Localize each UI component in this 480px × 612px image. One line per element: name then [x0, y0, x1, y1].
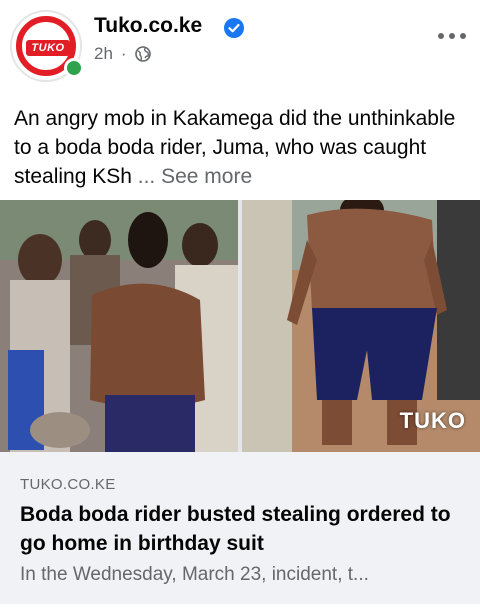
post-media[interactable]: TUKO [0, 200, 480, 452]
post-header: TUKO Tuko.co.ke 2h · [0, 0, 480, 96]
more-options-icon[interactable] [438, 26, 466, 46]
online-status-dot [64, 58, 84, 78]
meta-separator: · [120, 44, 127, 63]
post-meta: 2h · [94, 44, 151, 64]
crowd-photo-left [0, 200, 238, 452]
link-domain: TUKO.CO.KE [20, 476, 116, 493]
link-title[interactable]: Boda boda rider busted stealing ordered … [20, 500, 468, 558]
photo-left[interactable] [0, 200, 238, 452]
globe-icon [134, 46, 151, 62]
avatar-logo: TUKO [26, 40, 70, 56]
more-dot [438, 33, 444, 39]
see-more-link[interactable]: ... See more [138, 165, 252, 188]
post-text: An angry mob in Kakamega did the unthink… [14, 104, 470, 191]
post-time[interactable]: 2h [94, 44, 113, 64]
more-dot [449, 33, 455, 39]
verified-badge-icon [224, 18, 244, 38]
photo-right[interactable]: TUKO [242, 200, 480, 452]
tuko-watermark: TUKO [399, 408, 466, 433]
more-dot [460, 33, 466, 39]
link-preview-card[interactable]: TUKO.CO.KE Boda boda rider busted steali… [0, 452, 480, 604]
page-name[interactable]: Tuko.co.ke [94, 14, 202, 38]
link-description: In the Wednesday, March 23, incident, t.… [20, 564, 369, 585]
